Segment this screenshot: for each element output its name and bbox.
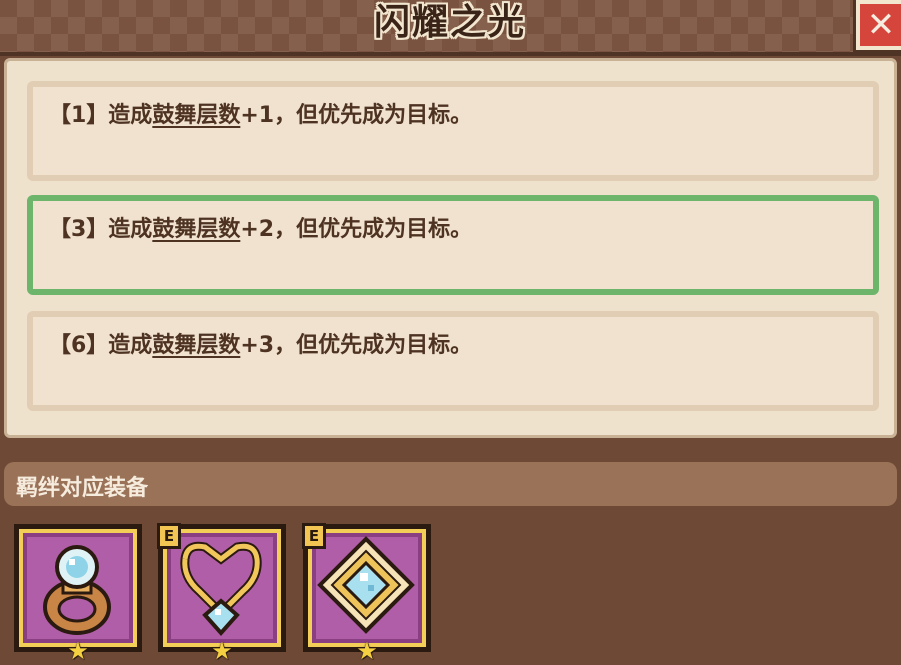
bond-effects-panel: 【1】造成鼓舞层数+1，但优先成为目标。 【3】造成鼓舞层数+2，但优先成为目标… — [4, 58, 897, 438]
ring-icon — [43, 545, 111, 635]
tier-1-suffix: +1，但优先成为目标。 — [240, 103, 473, 128]
tier-6-prefix: 【6】造成 — [49, 333, 153, 358]
header-banner: 闪耀之光 — [0, 0, 901, 56]
equipment-slot-ornament[interactable]: E ★ — [302, 523, 431, 665]
tier-1-text: 【1】造成鼓舞层数+1，但优先成为目标。 — [49, 97, 472, 129]
tier-3-effect[interactable]: 【3】造成鼓舞层数+2，但优先成为目标。 — [27, 195, 879, 295]
rarity-star-icon: ★ — [356, 637, 378, 665]
section-label: 羁绊对应装备 — [16, 476, 149, 501]
equipment-section-header: 羁绊对应装备 — [4, 462, 897, 506]
equipment-slot-necklace[interactable]: E ★ — [157, 523, 286, 665]
close-button[interactable]: ✕ — [856, 0, 901, 50]
equipment-slot-ring[interactable]: ★ — [14, 524, 142, 665]
title-plate: 闪耀之光 — [330, 0, 570, 46]
tier-3-suffix: +2，但优先成为目标。 — [240, 217, 473, 242]
tier-3-text: 【3】造成鼓舞层数+2，但优先成为目标。 — [49, 211, 472, 243]
tier-3-keyword-link[interactable]: 鼓舞层数 — [152, 217, 240, 242]
tier-6-effect[interactable]: 【6】造成鼓舞层数+3，但优先成为目标。 — [27, 311, 879, 411]
rarity-star-icon: ★ — [211, 637, 233, 665]
tier-6-suffix: +3，但优先成为目标。 — [240, 333, 473, 358]
tier-1-prefix: 【1】造成 — [49, 103, 153, 128]
tier-badge: E — [302, 523, 326, 549]
tier-badge: E — [157, 523, 181, 549]
tier-6-keyword-link[interactable]: 鼓舞层数 — [152, 333, 240, 358]
tier-6-text: 【6】造成鼓舞层数+3，但优先成为目标。 — [49, 327, 472, 359]
tier-1-keyword-link[interactable]: 鼓舞层数 — [152, 103, 240, 128]
tier-3-prefix: 【3】造成 — [49, 217, 153, 242]
close-icon: ✕ — [866, 5, 896, 45]
rarity-star-icon: ★ — [67, 637, 89, 665]
page-title: 闪耀之光 — [373, 2, 526, 43]
tier-1-effect[interactable]: 【1】造成鼓舞层数+1，但优先成为目标。 — [27, 81, 879, 181]
